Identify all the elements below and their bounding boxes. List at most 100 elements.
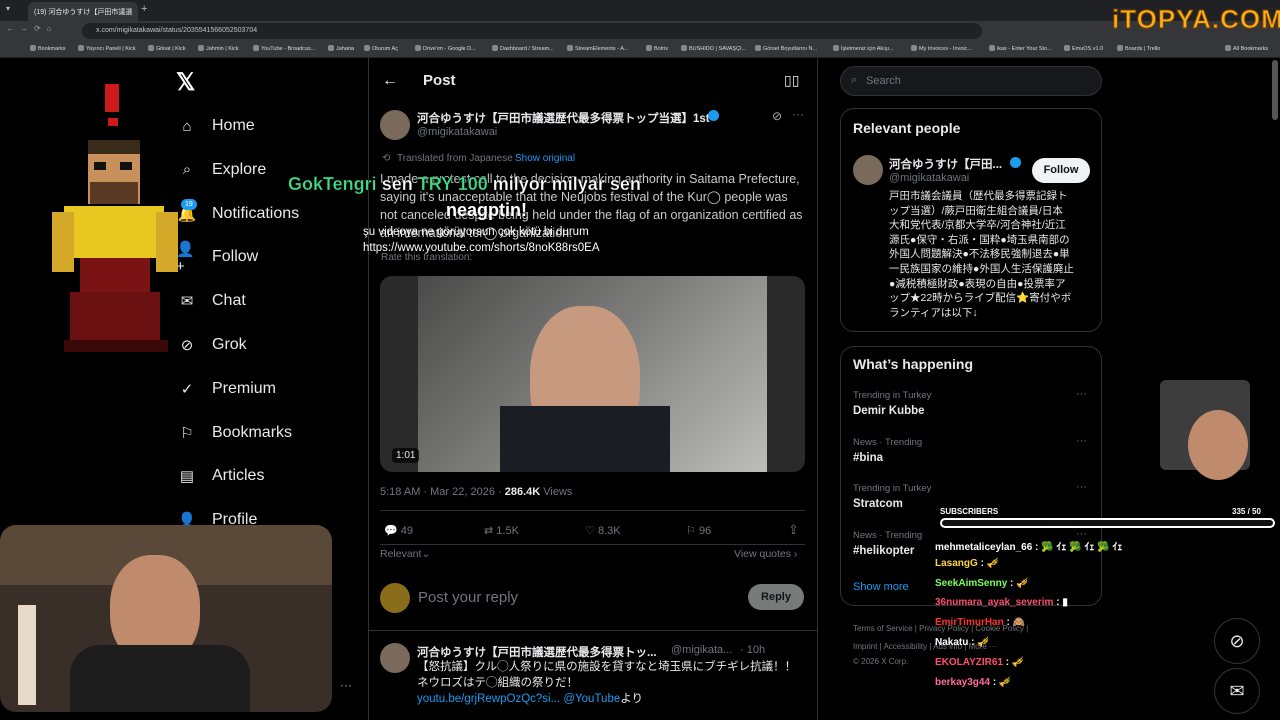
nav-label: Explore	[212, 160, 267, 178]
browser-tab[interactable]: (19) 河合ゆうすけ【戸田市議選	[28, 2, 138, 21]
bookmark-item[interactable]: EmuOS v1.0	[1064, 45, 1103, 52]
reply-youtube-mention[interactable]: @YouTube	[563, 693, 620, 705]
nav-label: Premium	[212, 379, 277, 397]
reply-action[interactable]: 💬 49	[384, 524, 413, 537]
person-handle[interactable]: @migikatakawai	[889, 172, 969, 184]
bookmark-item[interactable]: Görsel Boyutlarını N...	[755, 45, 817, 52]
view-quotes-link[interactable]: View quotes ›	[734, 548, 797, 560]
verified-icon	[1010, 157, 1021, 168]
tts-message: şu videoya ne görüyorsun çok kötü bi dur…	[363, 226, 589, 238]
trend-name[interactable]: #helikopter	[853, 545, 914, 557]
messages-fab-icon[interactable]: ✉	[1214, 668, 1260, 714]
address-bar[interactable]: x.com/migikatakawai/status/2035541566052…	[82, 23, 982, 39]
bookmark-item[interactable]: YouTube - Broadcas...	[253, 45, 315, 52]
scrollbar[interactable]	[1272, 60, 1278, 120]
video-player[interactable]	[380, 276, 805, 472]
more-icon[interactable]: ···	[1076, 388, 1087, 400]
verified-icon	[708, 110, 719, 121]
bookmark-item[interactable]: Bookmarks	[30, 45, 66, 52]
reply-author-handle[interactable]: @migikata...	[671, 644, 732, 656]
donation-text-b: milyor milyar sen	[487, 174, 641, 194]
new-tab-icon[interactable]: +	[141, 3, 147, 15]
like-action[interactable]: ♡ 8.3K	[585, 524, 621, 537]
chat-message: EKOLAYZIR61 : 🎺	[935, 657, 1024, 668]
nav-item-grok[interactable]: ⊘ Grok	[176, 330, 247, 360]
bookmark-item[interactable]: Jaharia	[328, 45, 354, 52]
author-name[interactable]: 河合ゆうすけ【戸田市議選歴代最多得票トップ当選】1st	[417, 110, 710, 126]
share-icon[interactable]: ⇪	[788, 522, 799, 538]
reply-input[interactable]: Post your reply	[418, 589, 518, 606]
bookmark-favicon-icon	[415, 45, 421, 51]
bookmark-item[interactable]: Gitoat | Kick	[148, 45, 186, 52]
donor-name: GokTengri	[288, 174, 377, 194]
chat-text: : 🎺	[968, 637, 990, 648]
search-box[interactable]: ⌕ Search	[840, 66, 1102, 96]
grok-icon[interactable]: ⊘	[772, 109, 782, 123]
bookmark-item[interactable]: StreamElements - A...	[567, 45, 629, 52]
chat-message: berkay3g44 : 🎺	[935, 677, 1011, 688]
bookmark-action[interactable]: ⚐ 96	[686, 524, 711, 537]
nav-item-articles[interactable]: ▤ Articles	[176, 461, 265, 491]
more-icon[interactable]: ···	[792, 107, 804, 121]
author-handle[interactable]: @migikatakawai	[417, 126, 497, 138]
search-input[interactable]: Search	[866, 75, 901, 87]
nav-item-follow[interactable]: 👤+ Follow	[176, 241, 258, 275]
back-arrow-icon[interactable]: ←	[382, 72, 398, 90]
bookmark-item[interactable]: My Invoices - Invoic...	[911, 45, 972, 52]
trend-name[interactable]: #bina	[853, 452, 883, 464]
bookmark-label: Oturum Aç	[372, 46, 398, 52]
nav-item-chat[interactable]: ✉ Chat	[176, 286, 246, 316]
reply-author-avatar[interactable]	[380, 643, 410, 673]
repost-action[interactable]: ⇄ 1.5K	[484, 524, 519, 537]
browser-nav-buttons[interactable]: ←→⟳⌂	[6, 24, 58, 33]
bookmark-item[interactable]: Yayıncı Paneli | Kick	[78, 45, 136, 52]
bookmark-favicon-icon	[1064, 45, 1070, 51]
bookmark-item[interactable]: All Bookmarks	[1225, 45, 1268, 52]
more-icon[interactable]: ···	[1076, 481, 1087, 493]
post-time: 5:18 AM · Mar 22, 2026 · 286.4K Views	[380, 486, 572, 498]
follow-button[interactable]: Follow	[1032, 158, 1090, 183]
bookmark-item[interactable]: Boards | Trello	[1117, 45, 1160, 52]
trend-name[interactable]: Demir Kubbe	[853, 405, 925, 417]
chat-text: : 🎺	[1002, 656, 1025, 668]
chat-username: berkay3g44	[935, 676, 991, 688]
webcam-prop	[18, 605, 36, 705]
nav-label: Grok	[212, 336, 247, 353]
person-name[interactable]: 河合ゆうすけ【戸田...	[889, 156, 1002, 172]
reply-button[interactable]: Reply	[748, 584, 804, 610]
nav-item-bookmarks[interactable]: ⚐ Bookmarks	[176, 418, 292, 448]
chat-username: EmirTimurHan	[935, 617, 1004, 629]
author-avatar[interactable]	[380, 110, 410, 140]
reply-youtube-link[interactable]: youtu.be/grjRewpOzQc?si...	[417, 693, 560, 705]
tab-title: (19) 河合ゆうすけ【戸田市議選	[34, 9, 133, 16]
bookmark-item[interactable]: ikas - Enter Your Sto...	[989, 45, 1052, 52]
bookmark-item[interactable]: Oturum Aç	[364, 45, 398, 52]
bookmark-item[interactable]: Drive'ım - Google D...	[415, 45, 476, 52]
reader-icon[interactable]: ▯▯	[784, 72, 799, 89]
grok-fab-icon[interactable]: ⊘	[1214, 618, 1260, 664]
more-icon[interactable]: ···	[340, 678, 352, 692]
more-icon[interactable]: ···	[1076, 435, 1087, 447]
bookmark-item[interactable]: İşletmeniz için Akışı...	[833, 45, 894, 52]
bookmark-item[interactable]: BUSHIDO | SAVAŞÇI...	[681, 45, 746, 52]
nav-item-premium[interactable]: ✓ Premium	[176, 374, 276, 404]
relevant-sort[interactable]: Relevant⌄	[380, 548, 430, 560]
reply-suffix: より	[620, 693, 644, 705]
bookmark-favicon-icon	[989, 45, 995, 51]
reply-author-name[interactable]: 河合ゆうすけ【戸田市議選歴代最多得票トッ...	[417, 644, 657, 660]
person-avatar[interactable]	[853, 155, 883, 185]
show-more-link[interactable]: Show more	[853, 581, 909, 593]
sticker-face	[1188, 410, 1248, 480]
search-icon: ⌕	[851, 74, 858, 86]
bookmark-item[interactable]: Dashboard / Stream...	[492, 45, 554, 52]
bookmark-item[interactable]: Botrix	[646, 45, 668, 52]
rate-translation: Rate this translation:	[381, 252, 473, 263]
nav-item-explore[interactable]: ⌕ Explore	[176, 155, 266, 185]
reply-time[interactable]: · 10h	[740, 644, 765, 656]
bookmark-item[interactable]: Jahmin | Kick	[198, 45, 239, 52]
nav-item-home[interactable]: ⌂ Home	[176, 111, 254, 141]
tab-search-icon[interactable]: ▾	[6, 4, 10, 13]
bookmark-favicon-icon	[833, 45, 839, 51]
trend-name[interactable]: Stratcom	[853, 498, 903, 510]
show-original-link[interactable]: Show original	[515, 153, 575, 164]
